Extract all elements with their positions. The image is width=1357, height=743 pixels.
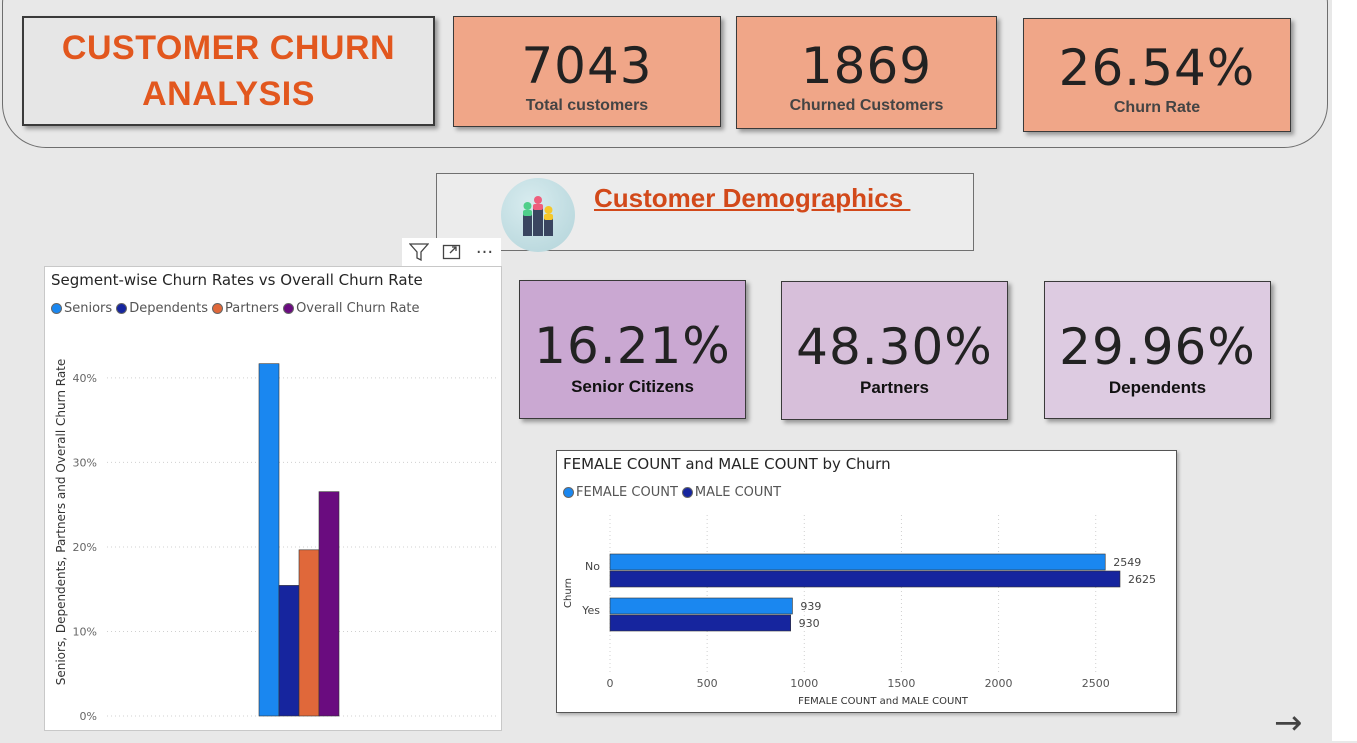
demographics-people-icon	[501, 178, 575, 252]
kpi-value: 48.30%	[796, 318, 993, 376]
demographics-title: Customer Demographics	[594, 183, 911, 213]
kpi-label: Dependents	[1108, 378, 1207, 397]
kpi-card-total-customers[interactable]: 7043 Total customers	[453, 16, 721, 127]
bar-dependents[interactable]	[278, 585, 300, 717]
data-label: 939	[800, 600, 821, 613]
canvas-margin	[1332, 0, 1357, 741]
bar-male-count[interactable]	[609, 570, 1121, 588]
kpi-card-dependents[interactable]: 29.96% Dependents	[1044, 281, 1271, 419]
arrow-right-icon[interactable]: →	[1274, 706, 1303, 740]
category-label: No	[585, 560, 600, 573]
x-axis-title: FEMALE COUNT and MALE COUNT	[798, 696, 969, 707]
y-tick-label: 40%	[73, 372, 97, 385]
visual-toolbar: ···	[402, 238, 501, 266]
kpi-card-senior-citizens[interactable]: 16.21% Senior Citizens	[519, 280, 746, 419]
gender-chart-plot: Churn FEMALE COUNT and MALE COUNT 0 500 10…	[563, 515, 1156, 707]
x-tick-label: 1500	[887, 677, 915, 690]
report-title: CUSTOMER CHURN ANALYSIS	[22, 16, 435, 126]
y-tick-label: 30%	[73, 456, 97, 469]
category-label: Yes	[581, 604, 600, 617]
x-tick-label: 1000	[790, 677, 818, 690]
kpi-label: Churned Customers	[789, 97, 944, 114]
kpi-label: Churn Rate	[1113, 99, 1201, 116]
kpi-card-partners[interactable]: 48.30% Partners	[781, 281, 1008, 420]
y-tick-label: 10%	[73, 625, 97, 638]
x-tick-label: 0	[607, 677, 614, 690]
data-label: 930	[799, 617, 820, 630]
kpi-value: 16.21%	[534, 317, 731, 375]
bar-overall-churn-rate[interactable]	[318, 491, 340, 717]
y-axis-title: Seniors, Dependents, Partners and Overal…	[54, 359, 68, 686]
kpi-label: Senior Citizens	[571, 377, 694, 396]
x-tick-label: 500	[697, 677, 718, 690]
more-options-icon[interactable]: ···	[468, 238, 501, 266]
x-tick-label: 2500	[1082, 677, 1110, 690]
y-axis-title: Churn	[563, 578, 574, 608]
kpi-label: Partners	[860, 378, 929, 397]
y-tick-label: 0%	[80, 710, 97, 723]
kpi-card-churn-rate[interactable]: 26.54% Churn Rate	[1023, 18, 1291, 132]
data-label: 2625	[1128, 573, 1156, 586]
kpi-value: 1869	[800, 37, 933, 95]
filter-icon[interactable]	[402, 238, 435, 266]
bar-female-count[interactable]	[609, 553, 1106, 571]
x-tick-label: 2000	[985, 677, 1013, 690]
segment-chart-plot: Seniors, Dependents, Partners and Overal…	[54, 359, 497, 723]
report-title-text: CUSTOMER CHURN ANALYSIS	[61, 29, 396, 113]
bar-partners[interactable]	[298, 549, 320, 717]
kpi-label: Total customers	[525, 97, 649, 114]
bar-female-count[interactable]	[609, 597, 793, 615]
gender-churn-chart[interactable]: FEMALE COUNT and MALE COUNT by Churn FEM…	[556, 450, 1177, 713]
kpi-card-churned-customers[interactable]: 1869 Churned Customers	[736, 16, 997, 129]
focus-mode-icon[interactable]	[435, 238, 468, 266]
segment-churn-chart[interactable]: Segment-wise Churn Rates vs Overall Chur…	[44, 266, 502, 731]
y-tick-label: 20%	[73, 541, 97, 554]
bar-male-count[interactable]	[609, 614, 791, 632]
kpi-value: 26.54%	[1058, 39, 1256, 97]
bar-seniors[interactable]	[258, 363, 280, 717]
kpi-value: 29.96%	[1059, 318, 1256, 376]
kpi-value: 7043	[521, 37, 653, 95]
data-label: 2549	[1113, 556, 1141, 569]
